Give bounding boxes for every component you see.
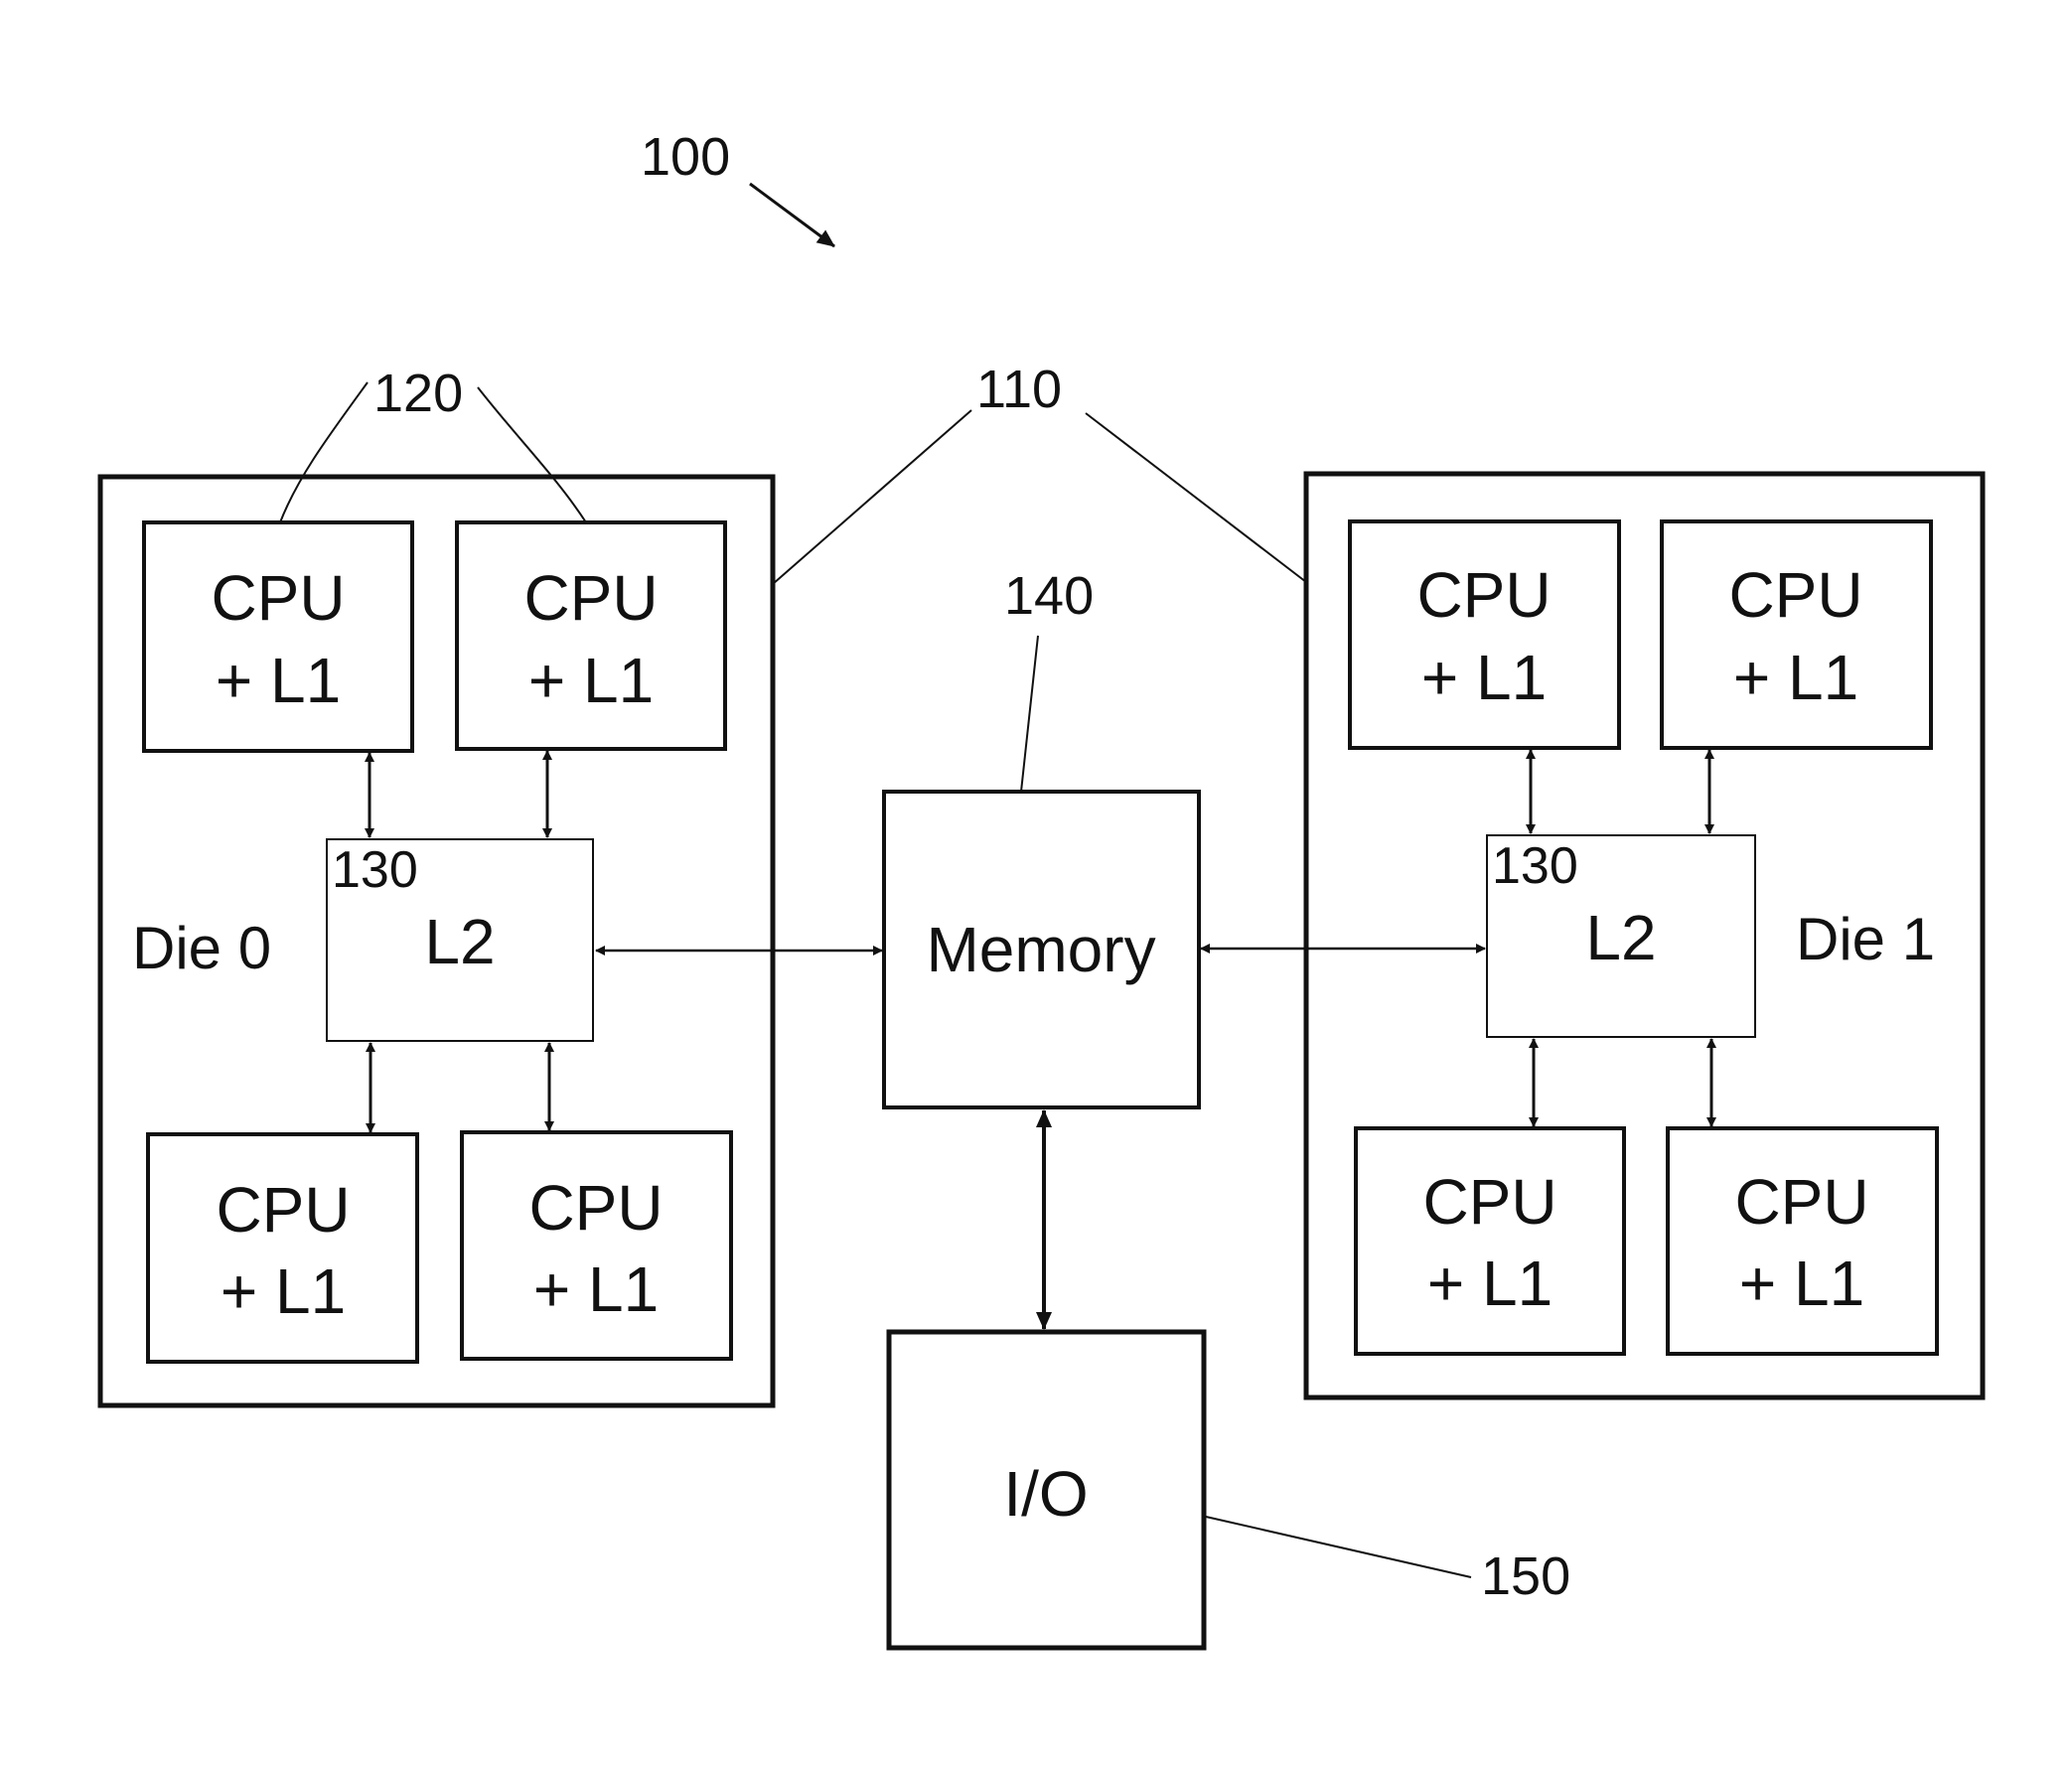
cpu-l1-label: + L1 <box>1427 1248 1553 1319</box>
cpu-l1-label: + L1 <box>216 645 341 716</box>
leader-line-140 <box>1020 635 1039 793</box>
die-label: Die 0 <box>132 915 271 981</box>
leader-line-150 <box>1205 1516 1472 1578</box>
ref-label-130: 130 <box>332 841 418 899</box>
ref-label-150: 150 <box>1481 1546 1570 1606</box>
cpu-l1-label: + L1 <box>1421 642 1547 713</box>
l2-label: L2 <box>424 906 495 977</box>
cpu-l1-label: + L1 <box>528 645 654 716</box>
cpu-label: CPU <box>211 562 345 634</box>
cpu-l1-label: + L1 <box>533 1253 659 1325</box>
leader-line-110 <box>772 409 972 585</box>
ref-label-100: 100 <box>641 127 730 187</box>
cpu-block <box>146 1132 419 1364</box>
die-0: CPU + L1 CPU + L1 CPU + L1 CPU + L1 130 … <box>97 474 776 1408</box>
cpu-l1-label: + L1 <box>1739 1248 1864 1319</box>
cpu-block <box>1666 1126 1939 1356</box>
die-label: Die 1 <box>1796 906 1935 972</box>
ref-label-140: 140 <box>1004 566 1094 626</box>
cpu-label: CPU <box>523 562 658 634</box>
cpu-label: CPU <box>528 1172 663 1244</box>
system-diagram: 100 CPU + L1 CPU + L1 CPU + L1 CPU + L1 … <box>97 127 1986 1651</box>
ref-label-120: 120 <box>373 364 463 423</box>
cpu-block <box>1660 519 1933 750</box>
memory-label: Memory <box>926 914 1155 985</box>
cpu-block <box>1354 1126 1626 1356</box>
cpu-label: CPU <box>1422 1166 1556 1238</box>
die-1: CPU + L1 CPU + L1 CPU + L1 CPU + L1 130 … <box>1303 471 1986 1400</box>
cpu-label: CPU <box>1728 559 1862 631</box>
leader-line-110 <box>1085 412 1307 583</box>
l2-label: L2 <box>1585 902 1656 973</box>
cpu-label: CPU <box>1734 1166 1868 1238</box>
cpu-block <box>142 520 414 753</box>
ref-arrow-100 <box>749 182 835 248</box>
ref-label-110: 110 <box>976 360 1062 419</box>
cpu-label: CPU <box>1416 559 1551 631</box>
ref-label-130: 130 <box>1492 837 1578 895</box>
io-label: I/O <box>1003 1458 1088 1530</box>
cpu-l1-label: + L1 <box>221 1255 346 1327</box>
cpu-label: CPU <box>216 1174 350 1246</box>
cpu-block <box>1348 519 1621 750</box>
cpu-l1-label: + L1 <box>1733 642 1858 713</box>
